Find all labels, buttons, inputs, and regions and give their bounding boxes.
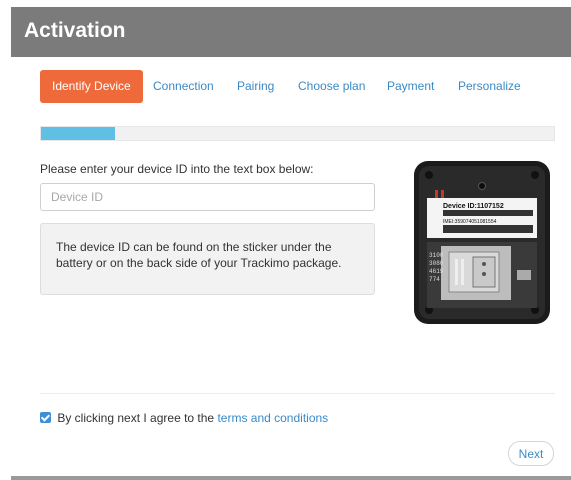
side-digit-1: 3100 bbox=[429, 252, 444, 259]
agreement-row: By clicking next I agree to the terms an… bbox=[40, 411, 328, 425]
tab-personalize[interactable]: Personalize bbox=[458, 70, 521, 103]
side-digit-2: 3080 bbox=[429, 260, 444, 267]
progress-fill bbox=[41, 127, 116, 140]
bottom-edge bbox=[11, 476, 571, 480]
tab-choose-plan[interactable]: Choose plan bbox=[298, 70, 365, 103]
divider bbox=[40, 393, 555, 394]
sticker-device-id: Device ID:1107152 bbox=[443, 203, 504, 210]
agreement-text: By clicking next I agree to the bbox=[57, 411, 215, 425]
device-photo: Device ID:1107152 IMEI:359074051081554 3… bbox=[414, 161, 550, 324]
device-id-input[interactable] bbox=[40, 183, 375, 211]
dialog-header: Activation × bbox=[11, 7, 571, 57]
instruction-text: Please enter your device ID into the tex… bbox=[40, 162, 314, 176]
tab-connection[interactable]: Connection bbox=[153, 70, 214, 103]
progress-bar bbox=[40, 126, 555, 141]
side-digit-4: 774 bbox=[429, 276, 440, 283]
next-button[interactable]: Next bbox=[508, 441, 554, 466]
dialog-title: Activation bbox=[24, 19, 126, 42]
info-box: The device ID can be found on the sticke… bbox=[40, 223, 375, 295]
agree-checkbox[interactable] bbox=[40, 412, 51, 423]
side-digit-3: 4619 bbox=[429, 268, 444, 275]
terms-link[interactable]: terms and conditions bbox=[217, 411, 328, 425]
tab-pairing[interactable]: Pairing bbox=[237, 70, 274, 103]
tab-identify-device[interactable]: Identify Device bbox=[40, 70, 143, 103]
info-text: The device ID can be found on the sticke… bbox=[56, 240, 342, 270]
tab-payment[interactable]: Payment bbox=[387, 70, 434, 103]
sticker-imei: IMEI:359074051081554 bbox=[443, 219, 497, 225]
